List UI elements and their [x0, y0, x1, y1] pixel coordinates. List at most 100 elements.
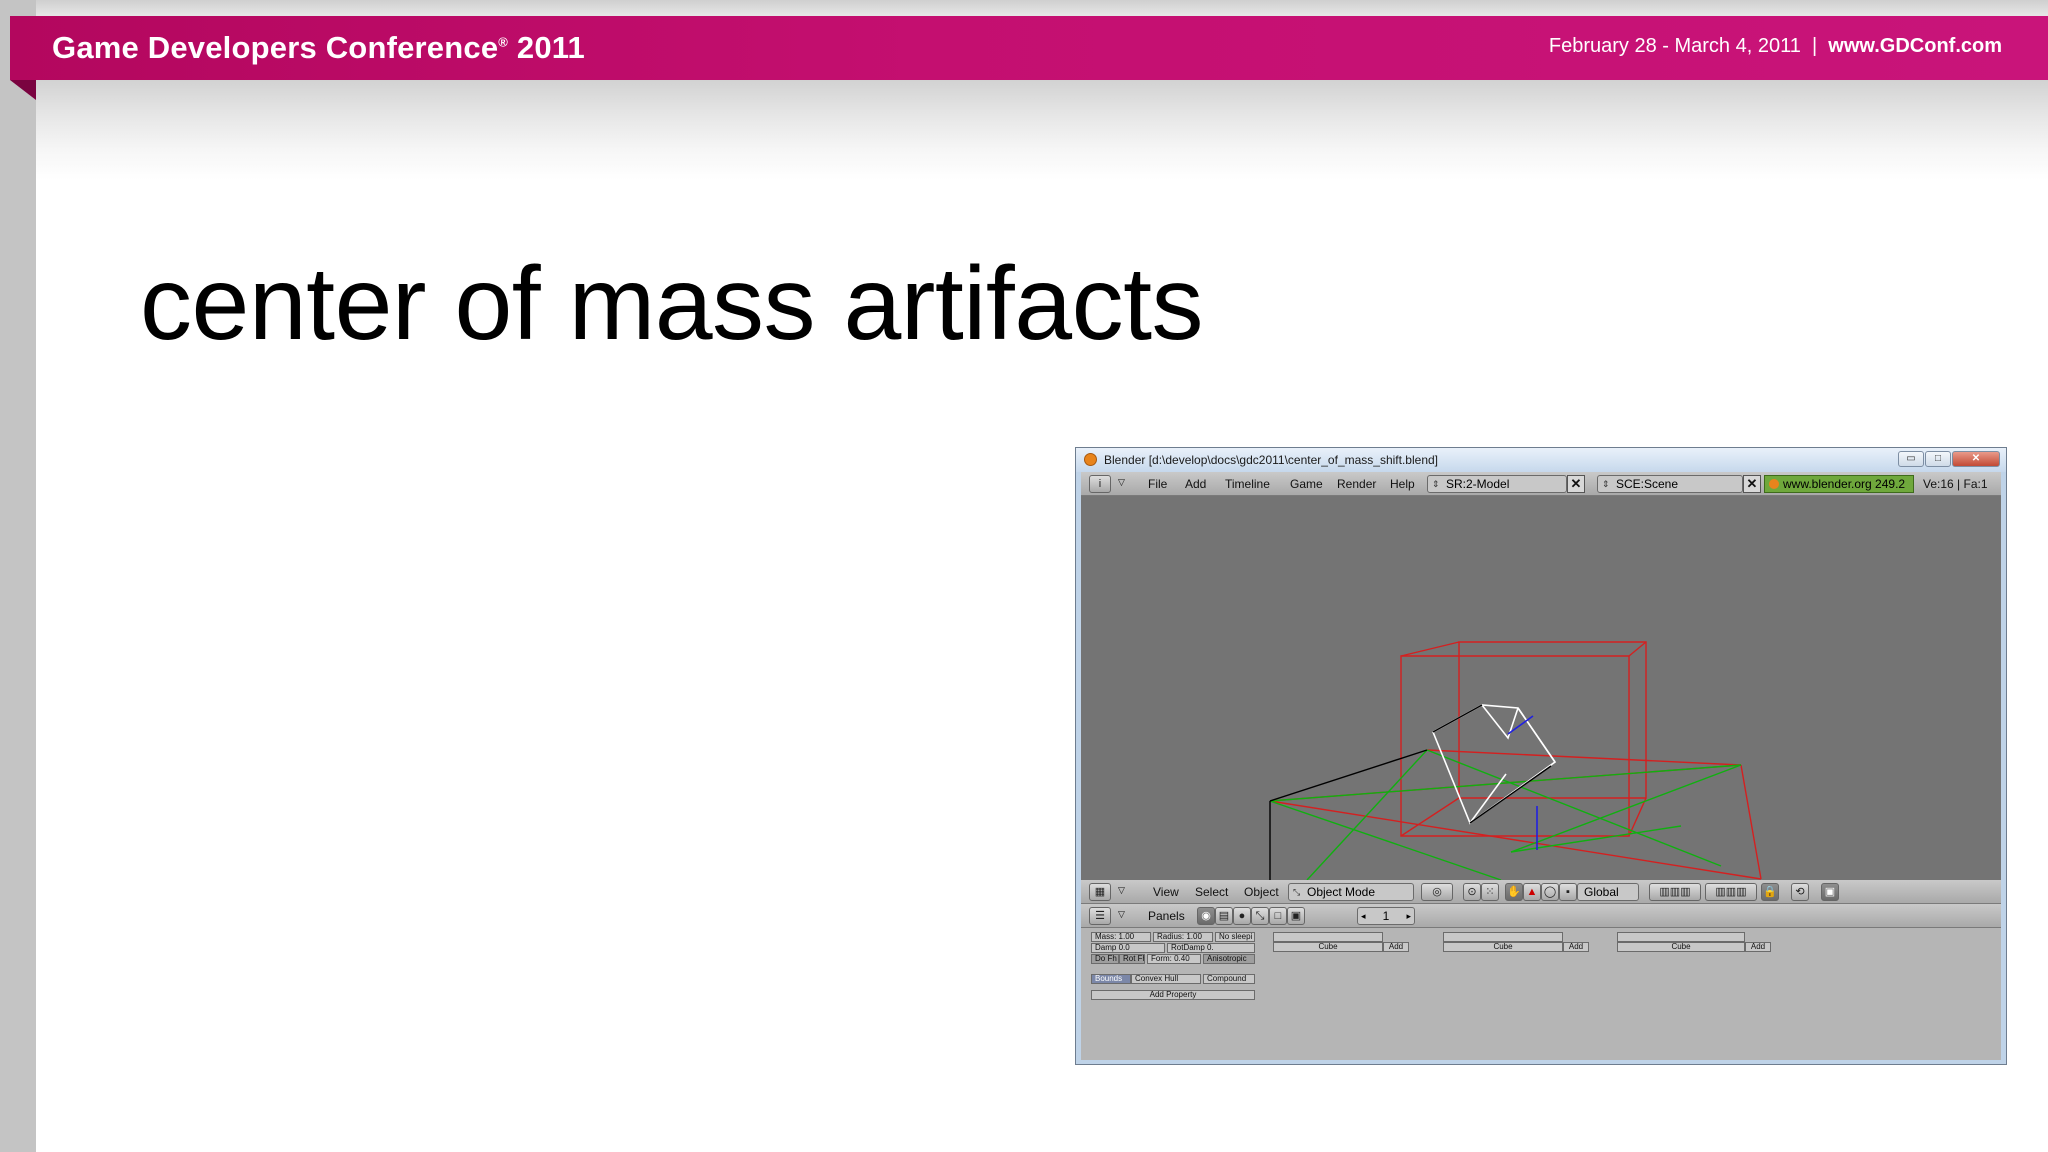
ground-plane-green-edges: [1269, 749, 1742, 881]
blender-site: www.blender.org 249.2: [1783, 477, 1906, 491]
layers-2-icon[interactable]: ▥▥▥: [1705, 883, 1757, 901]
view-grid-icon[interactable]: ▦: [1089, 883, 1111, 901]
menu-file[interactable]: File: [1148, 477, 1167, 491]
menu-timeline[interactable]: Timeline: [1225, 477, 1270, 491]
controllers-header: [1443, 932, 1563, 942]
blender-logo-icon: [1084, 453, 1097, 466]
close-icon[interactable]: ✕: [1952, 451, 2000, 467]
shading-context-icon[interactable]: ●: [1233, 907, 1251, 925]
radius-field[interactable]: Radius: 1.00: [1153, 932, 1213, 942]
draw-type-icon[interactable]: ◎: [1421, 883, 1453, 901]
frame-prev-icon[interactable]: ◂: [1361, 908, 1366, 924]
viewport-scene: [1269, 641, 1762, 881]
add-property-button[interactable]: Add Property: [1091, 990, 1255, 1000]
menu-object[interactable]: Object: [1244, 885, 1279, 899]
screen-dropdown-icon: ⇕: [1432, 479, 1440, 489]
screen-name: SR:2-Model: [1446, 477, 1510, 491]
buttons-header: ☰ ▽ Panels ◉ ▤ ● ⤡ □ ▣ ◂ 1 ▸: [1081, 904, 2001, 928]
conference-url[interactable]: www.GDConf.com: [1828, 35, 2002, 57]
header-collapse-icon[interactable]: ▽: [1118, 477, 1125, 488]
form-field[interactable]: Form: 0.40: [1147, 954, 1201, 964]
logic-panel: Mass: 1.00 Radius: 1.00 No sleepi Damp 0…: [1081, 928, 2001, 1060]
conference-dates: February 28 - March 4, 2011 | www.GDConf…: [1549, 35, 2002, 58]
maximize-icon[interactable]: □: [1925, 451, 1951, 467]
slide-left-strip: [0, 0, 36, 1152]
bounds-type-selector[interactable]: Convex Hull: [1131, 974, 1201, 984]
editor-type-info-icon[interactable]: i: [1089, 475, 1111, 493]
scene-stats: Ve:16 | Fa:1: [1923, 477, 1988, 491]
menu-help[interactable]: Help: [1390, 477, 1415, 491]
render-icon[interactable]: ▣: [1821, 883, 1839, 901]
buttons-editor-icon[interactable]: ☰: [1089, 907, 1111, 925]
sensors-add-button[interactable]: Add: [1383, 942, 1409, 952]
frame-number: 1: [1382, 909, 1390, 923]
blender-window: Blender [d:\develop\docs\gdc2011\center_…: [1075, 447, 2007, 1065]
lock-layers-icon[interactable]: 🔒: [1761, 883, 1779, 901]
scene-selector[interactable]: ⇕ SCE:Scene: [1597, 475, 1743, 493]
sensors-header: [1273, 932, 1383, 942]
banner-fold: [10, 80, 36, 100]
orientation-label: Global: [1584, 885, 1619, 899]
slide-top-background: [0, 0, 2048, 16]
anisotropic-toggle[interactable]: Anisotropic: [1203, 954, 1255, 964]
translate-icon[interactable]: ▲: [1523, 883, 1541, 901]
banner-separator: |: [1811, 35, 1818, 57]
no-sleeping-toggle[interactable]: No sleepi: [1215, 932, 1255, 942]
object-mode-selector[interactable]: ⤡ Object Mode: [1288, 883, 1414, 901]
slide-header-texture: [36, 80, 2048, 180]
info-header: i ▽ File Add Timeline Game Render Help ⇕…: [1081, 472, 2001, 496]
editing-context-icon[interactable]: □: [1269, 907, 1287, 925]
scene-context-icon[interactable]: ▣: [1287, 907, 1305, 925]
conference-date-range: February 28 - March 4, 2011: [1548, 35, 1801, 57]
scale-icon[interactable]: ▪: [1559, 883, 1577, 901]
orientation-selector[interactable]: Global: [1577, 883, 1639, 901]
object-mode-label: Object Mode: [1307, 885, 1376, 899]
panels-label[interactable]: Panels: [1148, 909, 1185, 923]
frame-next-icon[interactable]: ▸: [1406, 908, 1411, 924]
menu-view[interactable]: View: [1153, 885, 1179, 899]
frame-counter[interactable]: ◂ 1 ▸: [1357, 907, 1415, 925]
mass-field[interactable]: Mass: 1.00: [1091, 932, 1151, 942]
bounds-toggle[interactable]: Bounds: [1091, 974, 1131, 984]
compound-toggle[interactable]: Compound: [1203, 974, 1255, 984]
pivot-align-icon[interactable]: ⁙: [1481, 883, 1499, 901]
menu-game[interactable]: Game: [1290, 477, 1323, 491]
manipulator-hand-icon[interactable]: ✋: [1505, 883, 1523, 901]
rot-damp-field[interactable]: RotDamp 0.: [1167, 943, 1255, 953]
view-header-collapse-icon[interactable]: ▽: [1118, 885, 1125, 896]
render-preview-icon[interactable]: ⟲: [1791, 883, 1809, 901]
blender-small-logo-icon: [1769, 479, 1779, 489]
layers-1-icon[interactable]: ▥▥▥: [1649, 883, 1701, 901]
delete-scene-icon[interactable]: ✕: [1743, 475, 1761, 493]
minimize-icon[interactable]: ▭: [1898, 451, 1924, 467]
logic-context-icon[interactable]: ◉: [1197, 907, 1215, 925]
actuators-object-name: Cube: [1617, 942, 1745, 952]
blender-workspace: i ▽ File Add Timeline Game Render Help ⇕…: [1081, 472, 2001, 1060]
menu-add[interactable]: Add: [1185, 477, 1206, 491]
conference-title: Game Developers Conference® 2011: [52, 30, 585, 66]
rot-fh-toggle[interactable]: Rot Fh: [1119, 954, 1145, 964]
rotate-icon[interactable]: ◯: [1541, 883, 1559, 901]
blender-titlebar: Blender [d:\develop\docs\gdc2011\center_…: [1076, 448, 2006, 472]
cube-top-edge: [1432, 704, 1483, 733]
buttons-header-collapse-icon[interactable]: ▽: [1118, 909, 1125, 920]
conference-name: Game Developers Conference: [52, 30, 499, 65]
actuators-add-button[interactable]: Add: [1745, 942, 1771, 952]
do-fh-toggle[interactable]: Do Fh: [1091, 954, 1119, 964]
blender-version-badge: www.blender.org 249.2: [1764, 475, 1914, 493]
3d-viewport[interactable]: [1081, 496, 2001, 881]
controllers-add-button[interactable]: Add: [1563, 942, 1589, 952]
controllers-object-name: Cube: [1443, 942, 1563, 952]
script-context-icon[interactable]: ▤: [1215, 907, 1233, 925]
scene-name: SCE:Scene: [1616, 477, 1679, 491]
screen-selector[interactable]: ⇕ SR:2-Model: [1427, 475, 1567, 493]
pivot-icon[interactable]: ⊙: [1463, 883, 1481, 901]
menu-render[interactable]: Render: [1337, 477, 1376, 491]
object-context-icon[interactable]: ⤡: [1251, 907, 1269, 925]
menu-select[interactable]: Select: [1195, 885, 1228, 899]
slide-title: center of mass artifacts: [140, 246, 1204, 362]
damp-field[interactable]: Damp 0.0: [1091, 943, 1165, 953]
cube-bounds-wireframe: [1400, 641, 1647, 837]
delete-screen-icon[interactable]: ✕: [1567, 475, 1585, 493]
conference-year: 2011: [516, 30, 585, 65]
